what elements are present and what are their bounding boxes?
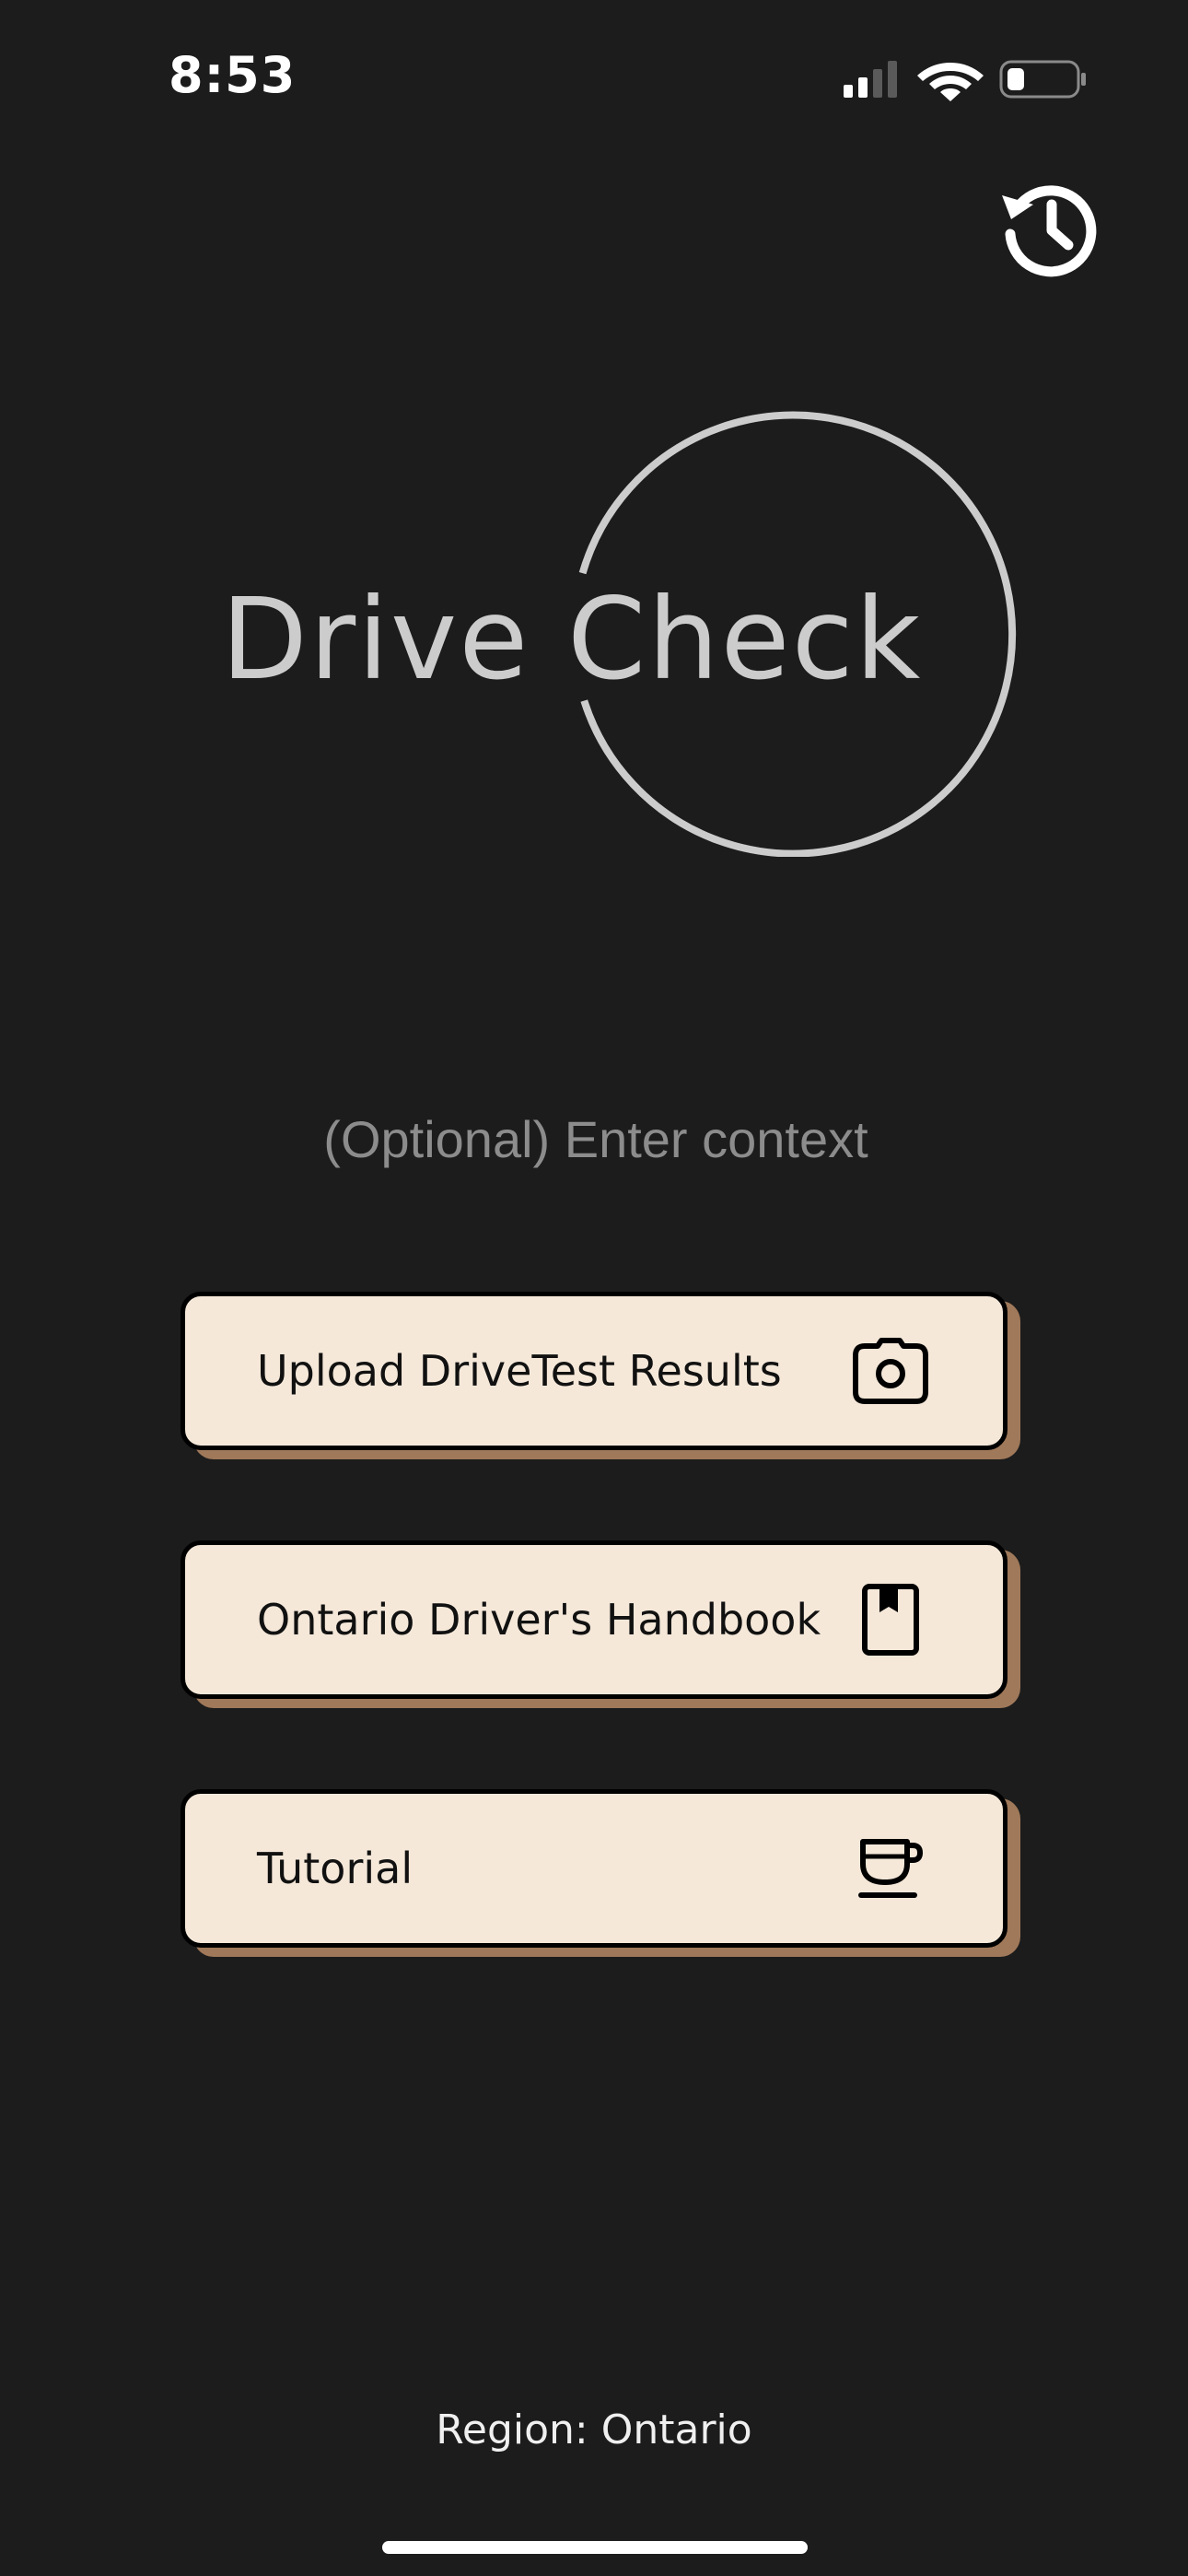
region-label: Region: Ontario	[436, 2406, 752, 2453]
logo-text: Drive Check	[221, 574, 922, 705]
battery-icon	[999, 60, 1086, 99]
app-logo: Drive Check	[203, 396, 1031, 858]
history-icon	[1002, 185, 1097, 277]
status-time: 8:53	[169, 46, 297, 104]
context-input[interactable]	[184, 1092, 1007, 1186]
camera-icon	[846, 1327, 935, 1415]
drivers-handbook-label: Ontario Driver's Handbook	[257, 1595, 821, 1645]
tutorial-button[interactable]: Tutorial	[181, 1789, 1007, 1948]
tutorial-label: Tutorial	[257, 1844, 413, 1893]
app-screen: 8:53 Drive Check (Optional) Enter contex…	[0, 0, 1188, 2576]
history-button[interactable]	[996, 175, 1103, 282]
status-icons	[838, 57, 1087, 103]
cellular-signal-icon	[844, 61, 897, 98]
upload-results-label: Upload DriveTest Results	[257, 1346, 782, 1396]
drivers-handbook-button[interactable]: Ontario Driver's Handbook	[181, 1540, 1007, 1699]
upload-results-button[interactable]: Upload DriveTest Results	[181, 1292, 1007, 1450]
book-icon	[846, 1575, 935, 1664]
coffee-cup-icon	[846, 1824, 935, 1913]
home-indicator[interactable]	[382, 2541, 808, 2554]
wifi-icon	[917, 63, 984, 101]
